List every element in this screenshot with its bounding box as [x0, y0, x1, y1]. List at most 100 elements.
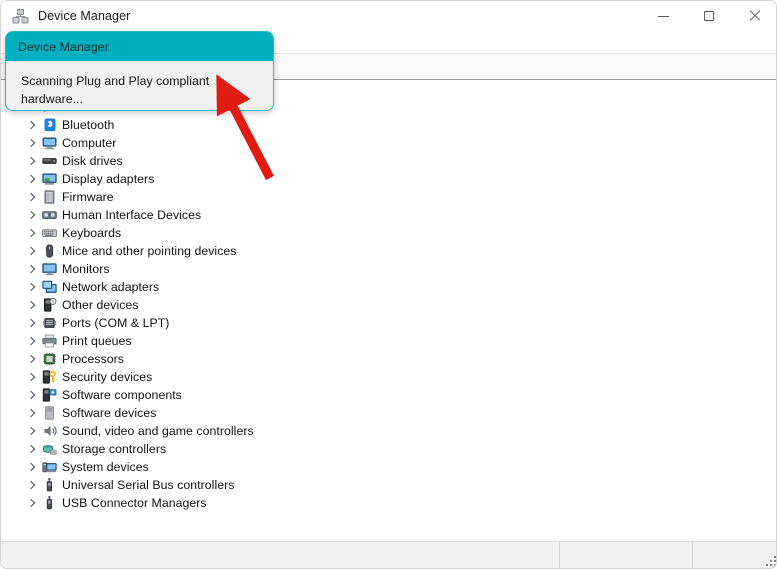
tree-item-label: Mice and other pointing devices — [62, 242, 237, 260]
window-title: Device Manager — [38, 9, 130, 23]
svg-text:?: ? — [51, 299, 54, 304]
tree-item-label: Human Interface Devices — [62, 206, 201, 224]
tree-item[interactable]: ? Other devices — [1, 296, 777, 314]
tree-item-label: Network adapters — [62, 278, 159, 296]
chevron-right-icon[interactable] — [25, 353, 38, 366]
storage-controller-icon — [40, 441, 58, 457]
chevron-right-icon[interactable] — [25, 119, 38, 132]
chevron-right-icon[interactable] — [25, 461, 38, 474]
security-device-icon — [40, 369, 58, 385]
minimize-button[interactable] — [640, 1, 686, 31]
hid-icon — [40, 207, 58, 223]
tree-item[interactable]: Computer — [1, 134, 777, 152]
chevron-right-icon[interactable] — [25, 263, 38, 276]
status-bar — [1, 541, 777, 568]
tree-item[interactable]: Sound, video and game controllers — [1, 422, 777, 440]
title-bar-left: Device Manager — [1, 1, 640, 31]
chevron-right-icon[interactable] — [25, 407, 38, 420]
software-device-icon — [40, 405, 58, 421]
chevron-right-icon[interactable] — [25, 317, 38, 330]
tree-item[interactable]: Software devices — [1, 404, 777, 422]
device-tree-area[interactable]: Audio inputs and outputsBatteriesBluetoo… — [1, 80, 777, 542]
chevron-right-icon[interactable] — [25, 137, 38, 150]
tree-item[interactable]: Keyboards — [1, 224, 777, 242]
tree-item[interactable]: Print queues — [1, 332, 777, 350]
tree-item-label: Keyboards — [62, 224, 121, 242]
tree-item-label: Computer — [62, 134, 116, 152]
title-bar: Device Manager — [1, 1, 777, 31]
tree-item[interactable]: Display adapters — [1, 170, 777, 188]
chevron-right-icon[interactable] — [25, 191, 38, 204]
tree-item[interactable]: Bluetooth — [1, 116, 777, 134]
tree-item[interactable]: Monitors — [1, 260, 777, 278]
tree-item[interactable]: Processors — [1, 350, 777, 368]
chevron-right-icon[interactable] — [25, 245, 38, 258]
chevron-right-icon[interactable] — [25, 479, 38, 492]
chevron-right-icon[interactable] — [25, 497, 38, 510]
usb-controller-icon — [40, 477, 58, 493]
tree-item[interactable]: Human Interface Devices — [1, 206, 777, 224]
tree-item[interactable]: Security devices — [1, 368, 777, 386]
tree-item-label: Disk drives — [62, 152, 123, 170]
processor-icon — [40, 351, 58, 367]
chevron-right-icon[interactable] — [25, 209, 38, 222]
chevron-right-icon[interactable] — [25, 299, 38, 312]
tree-item[interactable]: Firmware — [1, 188, 777, 206]
dialog-title: Device Manager — [18, 40, 109, 54]
tree-item[interactable]: System devices — [1, 458, 777, 476]
tree-item-label: Software components — [62, 386, 182, 404]
tree-item-label: Other devices — [62, 296, 139, 314]
tree-item-label: Software devices — [62, 404, 156, 422]
bluetooth-icon — [40, 117, 58, 133]
tree-item[interactable]: USB Connector Managers — [1, 494, 777, 512]
device-manager-window: Device Manager File Action View Help — [0, 0, 777, 569]
device-tree: Audio inputs and outputsBatteriesBluetoo… — [1, 80, 777, 512]
scanning-progress-dialog: Device Manager Scanning Plug and Play co… — [5, 31, 274, 111]
close-button[interactable] — [732, 1, 777, 31]
tree-item[interactable]: Software components — [1, 386, 777, 404]
minimize-icon — [658, 16, 669, 17]
tree-item-label: Firmware — [62, 188, 114, 206]
tree-item[interactable]: Universal Serial Bus controllers — [1, 476, 777, 494]
tree-item-label: Storage controllers — [62, 440, 166, 458]
firmware-icon — [40, 189, 58, 205]
tree-item-label: Processors — [62, 350, 124, 368]
chevron-right-icon[interactable] — [25, 425, 38, 438]
chevron-right-icon[interactable] — [25, 227, 38, 240]
keyboard-icon — [40, 225, 58, 241]
software-component-icon — [40, 387, 58, 403]
tree-item-label: Bluetooth — [62, 116, 114, 134]
window-controls — [640, 1, 777, 31]
chevron-right-icon[interactable] — [25, 281, 38, 294]
tree-item-label: Print queues — [62, 332, 132, 350]
status-panel-1 — [1, 542, 559, 568]
dialog-title-bar: Device Manager — [6, 32, 273, 61]
usb-connector-icon — [40, 495, 58, 511]
computer-icon — [40, 135, 58, 151]
tree-item-label: USB Connector Managers — [62, 494, 207, 512]
device-manager-icon — [12, 8, 29, 25]
mouse-icon — [40, 243, 58, 259]
chevron-right-icon[interactable] — [25, 371, 38, 384]
chevron-right-icon[interactable] — [25, 155, 38, 168]
chevron-right-icon[interactable] — [25, 443, 38, 456]
maximize-button[interactable] — [686, 1, 732, 31]
tree-item[interactable]: Network adapters — [1, 278, 777, 296]
tree-item[interactable]: Ports (COM & LPT) — [1, 314, 777, 332]
printer-icon — [40, 333, 58, 349]
disk-drive-icon — [40, 153, 58, 169]
close-icon — [749, 10, 761, 22]
display-adapter-icon — [40, 171, 58, 187]
monitor-icon — [40, 261, 58, 277]
chevron-right-icon[interactable] — [25, 173, 38, 186]
resize-grip[interactable] — [764, 554, 776, 566]
chevron-right-icon[interactable] — [25, 335, 38, 348]
other-devices-icon: ? — [40, 297, 58, 313]
network-adapter-icon — [40, 279, 58, 295]
status-panel-3 — [692, 542, 777, 568]
chevron-right-icon[interactable] — [25, 389, 38, 402]
tree-item-label: Sound, video and game controllers — [62, 422, 254, 440]
tree-item[interactable]: Disk drives — [1, 152, 777, 170]
tree-item[interactable]: Storage controllers — [1, 440, 777, 458]
tree-item[interactable]: Mice and other pointing devices — [1, 242, 777, 260]
